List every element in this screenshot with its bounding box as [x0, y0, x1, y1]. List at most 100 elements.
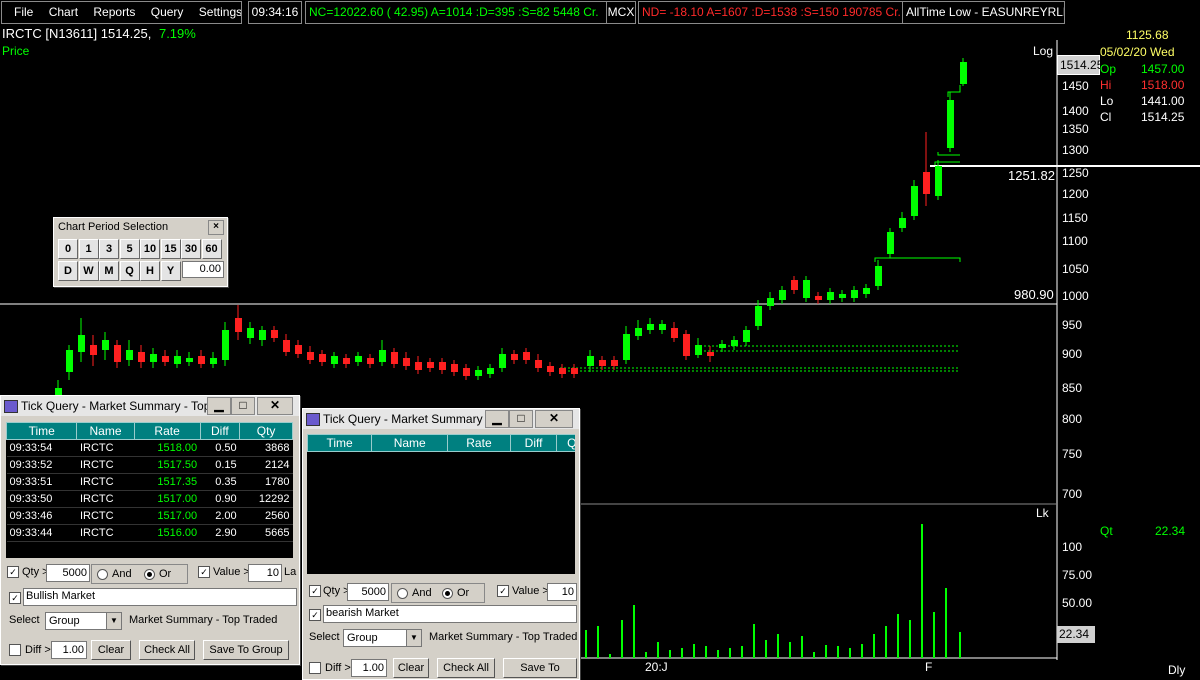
- close-icon[interactable]: ✕: [257, 397, 293, 415]
- value-checkbox[interactable]: ✓: [497, 585, 509, 597]
- maximize-icon[interactable]: □: [231, 397, 255, 415]
- candle: [138, 352, 145, 362]
- info-high-label: Hi: [1100, 78, 1112, 92]
- clear-button[interactable]: Clear: [91, 640, 131, 660]
- save-to-group-button[interactable]: Save To Group: [503, 658, 577, 678]
- check-all-button[interactable]: Check All: [437, 658, 495, 678]
- price-axis-label: 950: [1062, 318, 1083, 332]
- candle: [647, 324, 654, 330]
- period-button-Y[interactable]: Y: [160, 261, 181, 281]
- tick2-grid[interactable]: Time Name Rate Diff Q: [307, 434, 575, 574]
- save-to-group-button[interactable]: Save To Group: [203, 640, 289, 660]
- column-header[interactable]: Name: [371, 434, 449, 452]
- table-cell: 2560: [239, 507, 293, 525]
- menu-query[interactable]: Query: [151, 5, 184, 19]
- market-field[interactable]: bearish Market: [323, 605, 577, 623]
- table-row[interactable]: 09:33:44 IRCTC 1516.00 2.90 5665: [6, 524, 293, 542]
- column-header[interactable]: Rate: [447, 434, 511, 452]
- diff-checkbox[interactable]: [309, 662, 321, 674]
- level-upper-label: 1251.82: [1008, 168, 1055, 183]
- period-button-60[interactable]: 60: [201, 239, 222, 259]
- period-button-Q[interactable]: Q: [119, 261, 140, 281]
- period-button-30[interactable]: 30: [181, 239, 201, 259]
- period-button-H[interactable]: H: [140, 261, 160, 281]
- clear-button[interactable]: Clear: [393, 658, 429, 678]
- period-button-5[interactable]: 5: [119, 239, 140, 259]
- table-row[interactable]: 09:33:50 IRCTC 1517.00 0.90 12292: [6, 490, 293, 508]
- level-bracket: [934, 161, 960, 165]
- candle: [162, 356, 169, 362]
- minimize-icon[interactable]: ▁: [485, 410, 509, 428]
- candle: [599, 360, 606, 366]
- symbol-name: IRCTC [N13611] 1514.25,: [2, 26, 152, 41]
- volume-scale-label: Lk: [1036, 506, 1049, 520]
- market-field[interactable]: Bullish Market: [23, 588, 297, 606]
- period-button-M[interactable]: M: [99, 261, 119, 281]
- period-button-0[interactable]: 0: [58, 239, 78, 259]
- info-open-label: Op: [1100, 62, 1117, 76]
- table-row[interactable]: 09:33:46 IRCTC 1517.00 2.00 2560: [6, 507, 293, 525]
- menu-chart[interactable]: Chart: [49, 5, 78, 19]
- diff-input[interactable]: 1.00: [51, 641, 87, 659]
- candle: [78, 335, 85, 352]
- period-button-D[interactable]: D: [58, 261, 78, 281]
- table-cell: IRCTC: [76, 490, 135, 508]
- diff-input[interactable]: 1.00: [351, 659, 387, 677]
- candle: [391, 352, 398, 364]
- candle: [587, 356, 594, 366]
- column-header[interactable]: Time: [307, 434, 373, 452]
- or-radio[interactable]: [144, 569, 155, 580]
- qty-input[interactable]: 5000: [46, 564, 90, 582]
- tick1-grid[interactable]: Time Name Rate Diff Qty 09:33:54 IRCTC 1518.00…: [5, 422, 293, 558]
- qty-checkbox[interactable]: ✓: [309, 585, 321, 597]
- period-value-input[interactable]: 0.00: [182, 261, 224, 278]
- value-input[interactable]: 10: [248, 564, 282, 582]
- candle: [960, 62, 967, 84]
- maximize-icon[interactable]: □: [509, 410, 533, 428]
- log-scale-label[interactable]: Log: [1033, 44, 1053, 58]
- close-icon[interactable]: ×: [208, 220, 224, 235]
- column-header[interactable]: Diff: [199, 422, 241, 440]
- minimize-icon[interactable]: ▁: [207, 397, 231, 415]
- group-select[interactable]: Group ▼: [343, 629, 422, 647]
- column-header[interactable]: Time: [5, 422, 78, 440]
- qty-input[interactable]: 5000: [347, 583, 389, 601]
- close-icon[interactable]: ✕: [535, 410, 573, 428]
- period-button-3[interactable]: 3: [99, 239, 119, 259]
- candle: [547, 366, 554, 372]
- table-cell: 0.15: [200, 456, 240, 474]
- and-radio[interactable]: [97, 569, 108, 580]
- value-input[interactable]: 10: [547, 583, 577, 601]
- group-select[interactable]: Group ▼: [45, 612, 122, 630]
- column-header[interactable]: Qty: [239, 422, 293, 440]
- table-cell: 09:33:46: [6, 507, 77, 525]
- period-button-10[interactable]: 10: [140, 239, 160, 259]
- column-header[interactable]: Diff: [509, 434, 558, 452]
- menu-file[interactable]: File: [14, 5, 33, 19]
- menu-settings[interactable]: Settings: [199, 5, 241, 19]
- symbol-change: 7.19%: [158, 26, 196, 41]
- table-row[interactable]: 09:33:51 IRCTC 1517.35 0.35 1780: [6, 473, 293, 491]
- market-checkbox[interactable]: ✓: [309, 609, 321, 621]
- alltime-low-ticker: AllTime Low - EASUNREYRLBZ: [902, 1, 1065, 24]
- period-button-1[interactable]: 1: [78, 239, 99, 259]
- qty-checkbox[interactable]: ✓: [7, 566, 19, 578]
- table-cell: 09:33:52: [6, 456, 77, 474]
- or-radio[interactable]: [442, 588, 453, 599]
- candle: [683, 334, 690, 356]
- check-all-button[interactable]: Check All: [139, 640, 195, 660]
- menu-reports[interactable]: Reports: [93, 5, 135, 19]
- diff-checkbox[interactable]: [9, 644, 21, 656]
- column-header[interactable]: Rate: [133, 422, 201, 440]
- candle: [367, 358, 374, 364]
- current-volume-box: 22.34: [1057, 626, 1095, 643]
- and-radio[interactable]: [397, 588, 408, 599]
- column-header[interactable]: Name: [76, 422, 135, 440]
- period-button-W[interactable]: W: [78, 261, 99, 281]
- period-button-15[interactable]: 15: [160, 239, 181, 259]
- value-checkbox[interactable]: ✓: [198, 566, 210, 578]
- market-checkbox[interactable]: ✓: [9, 592, 21, 604]
- table-row[interactable]: 09:33:54 IRCTC 1518.00 0.50 3868: [6, 439, 293, 457]
- column-header[interactable]: Q: [556, 434, 575, 452]
- table-row[interactable]: 09:33:52 IRCTC 1517.50 0.15 2124: [6, 456, 293, 474]
